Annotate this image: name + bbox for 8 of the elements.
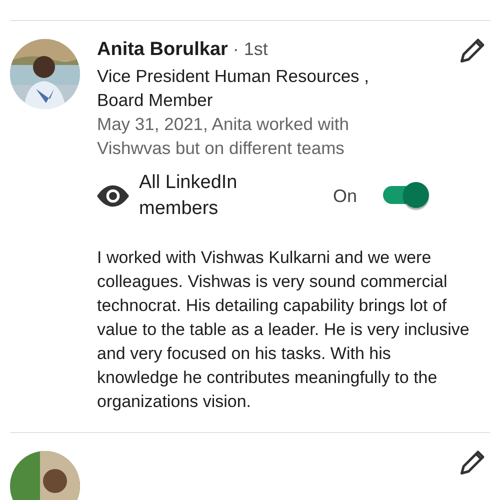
recommendation-text: I worked with Vishwas Kulkarni and we were colleagues. Vishwas is very sound commercial technocrat. His detailing capability brings lot of value to the table as a leader. He is very inclusive and very focused on his tasks. With his knowledge he contributes meaningfully to the organizations vision. (97, 247, 470, 413)
person-headline: Vice President Human Resources , Board Member (97, 65, 370, 112)
visibility-label: All LinkedIn members (139, 171, 238, 221)
toggle-state: On (333, 186, 358, 206)
relationship-text: May 31, 2021, Anita worked with Vishwvas but on different teams (97, 113, 350, 160)
person-name[interactable]: Anita Borulkar (97, 39, 228, 61)
connection-degree: · 1st (232, 39, 268, 60)
eye-icon (97, 185, 129, 207)
